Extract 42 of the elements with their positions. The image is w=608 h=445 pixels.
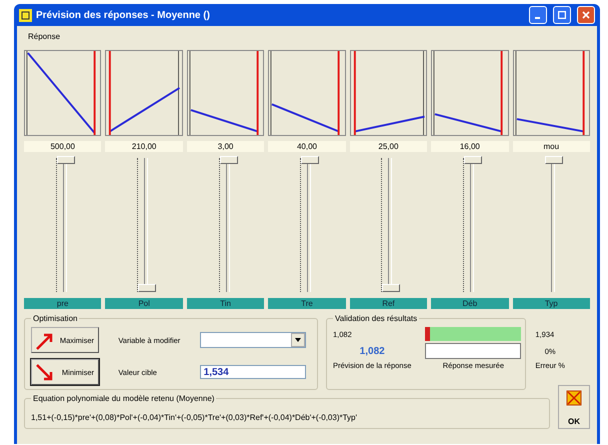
ok-button[interactable]: OK bbox=[558, 385, 590, 429]
group-title: Validation des résultats bbox=[334, 314, 418, 323]
close-button[interactable] bbox=[577, 6, 595, 24]
factor-value: 40,00 bbox=[268, 141, 346, 152]
factor-value: 500,00 bbox=[24, 141, 102, 152]
app-icon bbox=[19, 8, 32, 22]
menu-item[interactable]: Réponse bbox=[28, 32, 60, 40]
measured-field[interactable] bbox=[425, 343, 522, 359]
factor-name: Tin bbox=[186, 298, 264, 309]
factor-value: 210,00 bbox=[105, 141, 183, 152]
close-icon bbox=[582, 11, 590, 19]
window-title: Prévision des réponses - Moyenne () bbox=[36, 10, 211, 20]
arrow-icon bbox=[35, 363, 55, 383]
equation-text: 1,51+(-0,15)*pre'+(0,08)*Pol'+(-0,04)*Tin'+(-0,05)*Tre'+(0,03)*Ref'+(-0,04)*Déb'+(-0,03)*Typ' bbox=[31, 412, 358, 424]
slider-thumb[interactable] bbox=[138, 284, 156, 292]
slider-thumb[interactable] bbox=[382, 284, 400, 292]
cross-box-icon bbox=[566, 390, 582, 406]
slider-thumb[interactable] bbox=[545, 156, 564, 164]
variable-dropdown[interactable] bbox=[200, 332, 306, 348]
factor-name: Pol bbox=[105, 298, 183, 309]
factor-name: Tre bbox=[268, 298, 346, 309]
slider-thumb[interactable] bbox=[464, 156, 482, 164]
maximize-button[interactable] bbox=[553, 6, 571, 24]
arrow-icon bbox=[35, 331, 55, 351]
factor-name: pre bbox=[24, 298, 102, 309]
factor-name: Ref bbox=[350, 298, 428, 309]
factor-value: mou bbox=[512, 141, 590, 152]
factor-name: Typ bbox=[512, 298, 590, 309]
factor-value: 16,00 bbox=[431, 141, 509, 152]
group-title: Optimisation bbox=[32, 314, 78, 323]
maximize-icon bbox=[558, 11, 566, 19]
slider-thumb[interactable] bbox=[56, 156, 75, 164]
group-title: Equation polynomiale du modèle retenu (Moyenne) bbox=[32, 394, 216, 403]
factor-name: Déb bbox=[431, 298, 509, 309]
slider-thumb[interactable] bbox=[300, 156, 319, 164]
factor-value: 3,00 bbox=[186, 141, 264, 152]
predicted-value: 1,082 bbox=[358, 346, 386, 356]
caret-icon bbox=[290, 333, 305, 347]
target-value-field[interactable]: 1,534 bbox=[200, 365, 306, 379]
factor-value: 25,00 bbox=[350, 141, 428, 152]
minimize-button[interactable] bbox=[529, 6, 547, 24]
slider-thumb[interactable] bbox=[220, 156, 238, 164]
